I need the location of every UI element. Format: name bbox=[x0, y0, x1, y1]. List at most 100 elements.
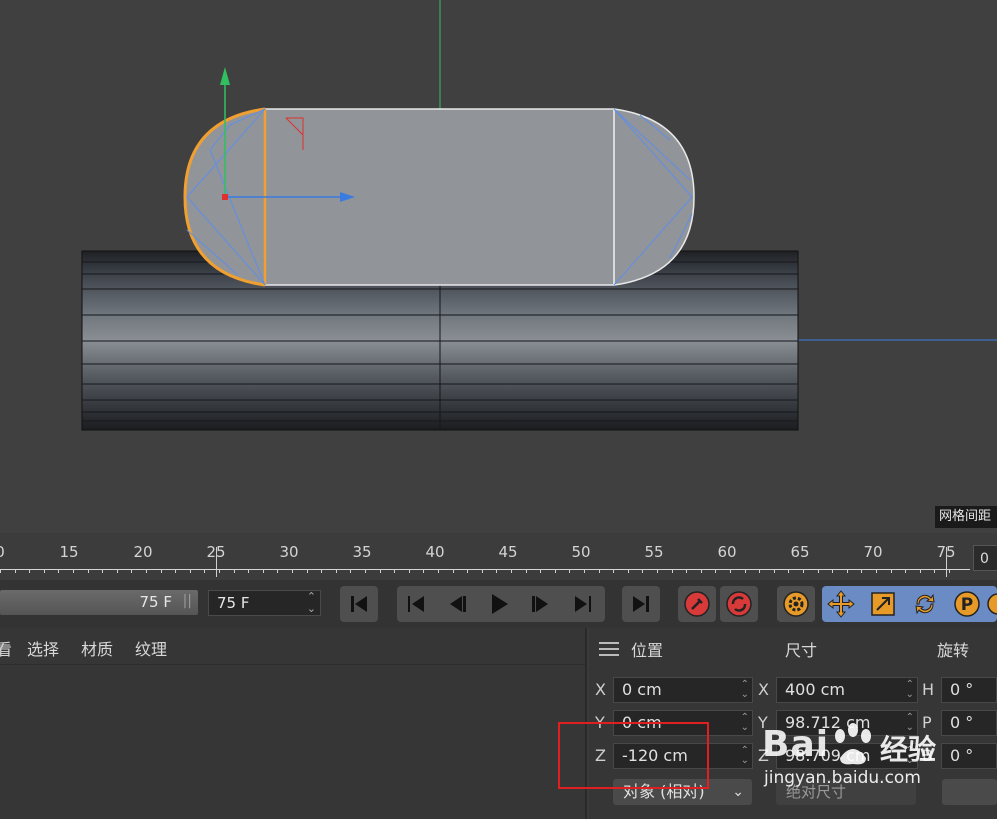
ruler-tick bbox=[511, 569, 512, 573]
ruler-tick-label: 65 bbox=[790, 543, 810, 561]
end-frame-field[interactable]: 75 F ⌃ ⌄ bbox=[208, 590, 321, 616]
viewport-3d[interactable]: 网格间距 bbox=[0, 0, 997, 533]
more-tool-button[interactable] bbox=[986, 586, 997, 622]
ruler-tick bbox=[88, 569, 89, 573]
ruler-tick bbox=[131, 569, 132, 573]
ruler-tick bbox=[190, 569, 191, 573]
spinner-icon[interactable]: ⌃ ⌄ bbox=[741, 713, 749, 733]
spinner-icon[interactable]: ⌃ ⌄ bbox=[741, 680, 749, 700]
rotate-tool-button[interactable] bbox=[906, 586, 944, 622]
ruler-tick bbox=[336, 569, 337, 573]
ruler-tick bbox=[409, 569, 410, 573]
size-x-field[interactable]: 400 cm ⌃ ⌄ bbox=[776, 677, 918, 703]
ruler-tick-label: 55 bbox=[644, 543, 664, 561]
go-to-start-button[interactable] bbox=[340, 586, 378, 622]
menu-material[interactable]: 材质 bbox=[81, 636, 113, 660]
ruler-tick bbox=[934, 569, 935, 573]
current-frame-value: 75 F bbox=[139, 593, 172, 611]
go-to-end-button[interactable] bbox=[622, 586, 660, 622]
auto-key-icon bbox=[726, 591, 752, 617]
spinner-icon[interactable]: ⌃ ⌄ bbox=[307, 591, 316, 615]
menu-texture[interactable]: 纹理 bbox=[135, 636, 167, 660]
ruler-tick bbox=[0, 569, 1, 573]
ruler-major-tick bbox=[216, 547, 217, 577]
ruler-tick bbox=[365, 569, 366, 573]
ruler-tick bbox=[438, 569, 439, 573]
ruler-tick bbox=[321, 569, 322, 573]
play-icon bbox=[492, 594, 508, 614]
ruler-tick-label: 20 bbox=[133, 543, 153, 561]
ruler-tick bbox=[803, 569, 804, 573]
ruler-tick bbox=[277, 569, 278, 573]
ruler-tick-label: 45 bbox=[498, 543, 518, 561]
svg-text:P: P bbox=[961, 595, 973, 615]
next-key-icon bbox=[575, 596, 591, 612]
ruler-tick-label: 60 bbox=[717, 543, 737, 561]
next-key-button[interactable] bbox=[564, 586, 602, 622]
move-icon bbox=[827, 590, 855, 618]
timeline-ruler[interactable]: 015202530354045505560657075 0 bbox=[0, 533, 997, 580]
ruler-tick-label: 50 bbox=[571, 543, 591, 561]
ruler-tick bbox=[248, 569, 249, 573]
ruler-tick-label: 70 bbox=[863, 543, 883, 561]
spinner-icon[interactable]: ⌃ ⌄ bbox=[741, 746, 749, 766]
scale-icon bbox=[871, 592, 895, 616]
record-key-button[interactable] bbox=[678, 586, 716, 622]
ruler-tick bbox=[715, 569, 716, 573]
next-frame-icon bbox=[532, 596, 548, 612]
ruler-tick-label: 0 bbox=[0, 543, 5, 561]
spinner-icon[interactable]: ⌃ ⌄ bbox=[906, 680, 914, 700]
watermark-brand: Bai bbox=[762, 724, 830, 765]
record-key-icon bbox=[684, 591, 710, 617]
slider-grip-icon: || bbox=[182, 593, 192, 609]
rot-h-value: 0 ° bbox=[950, 680, 974, 699]
prev-key-button[interactable] bbox=[397, 586, 435, 622]
ruler-tick bbox=[58, 569, 59, 573]
ruler-tick bbox=[891, 569, 892, 573]
ruler-tick bbox=[920, 569, 921, 573]
rotate-icon bbox=[915, 593, 935, 615]
param-tool-button[interactable]: P bbox=[948, 586, 986, 622]
key-settings-button[interactable] bbox=[777, 586, 815, 622]
grid-spacing-label: 网格间距 bbox=[935, 506, 997, 528]
prev-frame-icon bbox=[450, 596, 466, 612]
ruler-tick bbox=[686, 569, 687, 573]
menu-icon[interactable] bbox=[599, 642, 619, 656]
ruler-tick-label: 15 bbox=[59, 543, 79, 561]
pos-x-value: 0 cm bbox=[622, 680, 662, 699]
auto-key-button[interactable] bbox=[720, 586, 758, 622]
size-header: 尺寸 bbox=[785, 641, 818, 660]
highlight-annotation-box bbox=[558, 722, 709, 789]
play-button[interactable] bbox=[480, 586, 518, 622]
menu-view[interactable]: 看 bbox=[0, 636, 12, 660]
timeline-frame-field[interactable]: 0 bbox=[973, 545, 997, 571]
ruler-tick bbox=[73, 569, 74, 573]
scale-tool-button[interactable] bbox=[864, 586, 902, 622]
ruler-tick bbox=[599, 569, 600, 573]
ruler-major-tick bbox=[946, 547, 947, 577]
ruler-tick bbox=[219, 569, 220, 573]
move-tool-button[interactable] bbox=[822, 586, 860, 622]
rot-h-field[interactable]: 0 ° bbox=[941, 677, 997, 703]
ruler-tick bbox=[15, 569, 16, 573]
ruler-tick bbox=[847, 569, 848, 573]
chevron-down-icon: ⌄ bbox=[732, 784, 744, 800]
go-to-end-icon bbox=[633, 596, 649, 612]
next-frame-button[interactable] bbox=[522, 586, 560, 622]
ruler-tick bbox=[44, 569, 45, 573]
ruler-tick bbox=[394, 569, 395, 573]
pos-x-field[interactable]: 0 cm ⌃ ⌄ bbox=[613, 677, 753, 703]
current-frame-slider[interactable]: 75 F || bbox=[0, 590, 198, 615]
ruler-tick bbox=[613, 569, 614, 573]
prev-frame-button[interactable] bbox=[438, 586, 476, 622]
ruler-tick bbox=[569, 569, 570, 573]
gear-icon bbox=[783, 591, 809, 617]
ruler-tick bbox=[234, 569, 235, 573]
ruler-tick bbox=[482, 569, 483, 573]
more-tool-icon bbox=[987, 593, 997, 615]
menu-select[interactable]: 选择 bbox=[27, 636, 59, 660]
rotation-header: 旋转 bbox=[937, 641, 970, 660]
ruler-tick bbox=[161, 569, 162, 573]
ruler-tick bbox=[453, 569, 454, 573]
ruler-tick bbox=[701, 569, 702, 573]
